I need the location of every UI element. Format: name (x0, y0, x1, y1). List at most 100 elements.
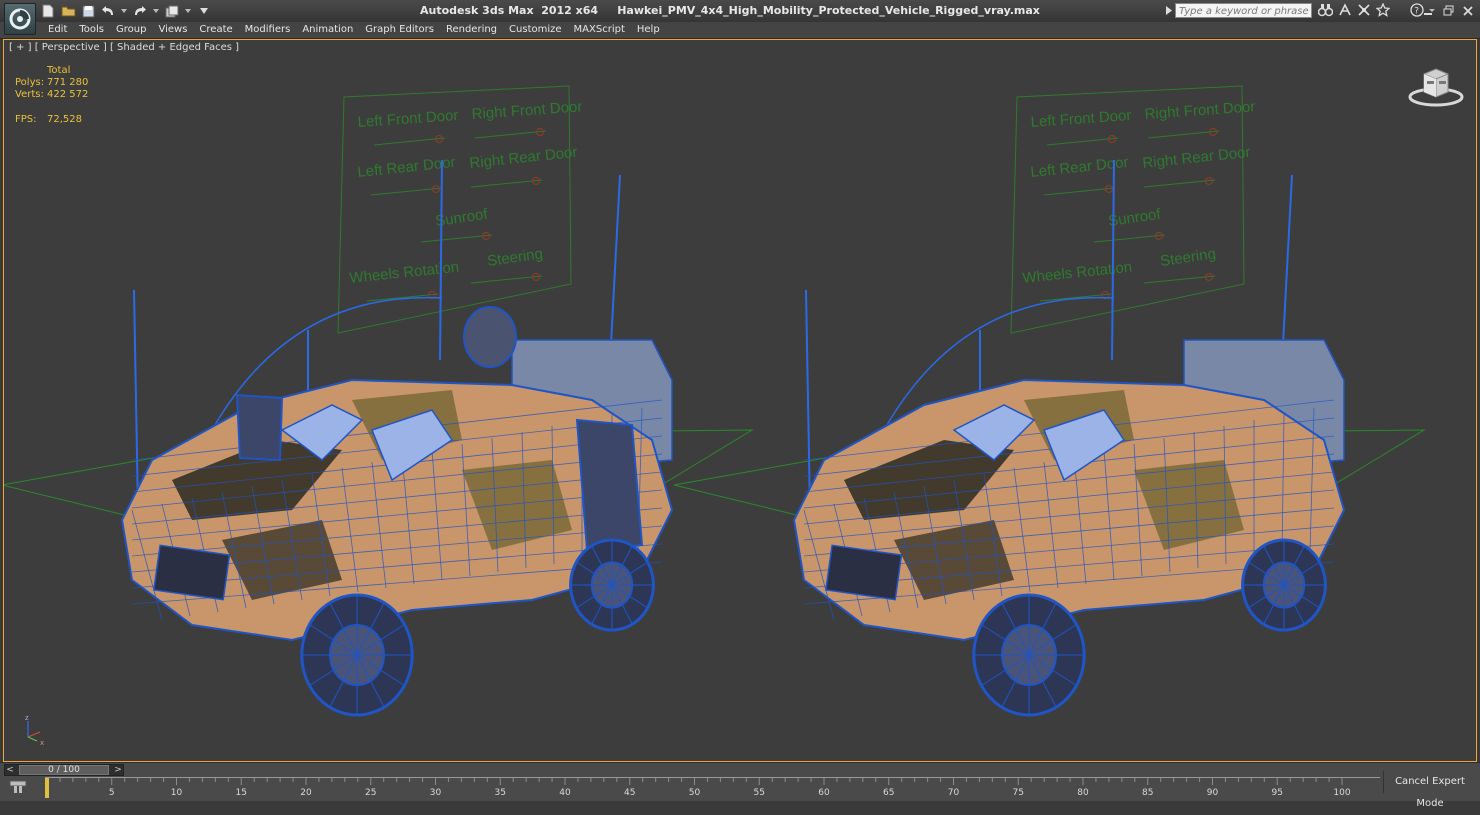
ruler-label: 50 (689, 788, 701, 798)
ruler-label: 15 (236, 788, 247, 798)
time-prev-icon[interactable]: < (5, 765, 15, 775)
search-expand-icon[interactable] (1166, 6, 1172, 15)
key-filters-icon[interactable] (8, 779, 28, 795)
rig-slider-track (1046, 137, 1119, 146)
rig-label[interactable]: Right Rear Door (1142, 144, 1252, 172)
menu-group[interactable]: Group (110, 23, 152, 37)
menu-create[interactable]: Create (193, 23, 238, 37)
ruler-label: 25 (365, 788, 376, 798)
stats-total-label: Total (47, 65, 71, 76)
favorites-star-icon[interactable] (1375, 2, 1391, 20)
communication-center-icon[interactable] (1357, 3, 1371, 20)
menu-tools[interactable]: Tools (73, 23, 110, 37)
viewcube-icon[interactable] (1407, 66, 1465, 108)
menu-maxscript[interactable]: MAXScript (568, 23, 631, 37)
rig-label[interactable]: Left Front Door (357, 107, 459, 131)
rig-slider-track (470, 179, 543, 188)
svg-text:x: x (40, 739, 44, 747)
timeline-ruler[interactable]: 5 10 15 20 25 30 35 40 45 50 55 60 65 70 75 80 85 90 95 100 (45, 777, 1380, 799)
menu-views[interactable]: Views (152, 23, 193, 37)
title-bar: Autodesk 3ds Max 2012 x64 Hawkei_PMV_4x4… (0, 0, 1480, 23)
menu-rendering[interactable]: Rendering (440, 23, 503, 37)
rig-panel[interactable]: Left Front Door Right Front DoorLeft Rear… (337, 85, 583, 334)
save-icon[interactable] (80, 3, 96, 19)
ruler-label: 45 (624, 788, 635, 798)
open-folder-icon[interactable] (60, 3, 76, 19)
close-button[interactable] (1460, 3, 1476, 18)
svg-text:?: ? (1414, 7, 1419, 17)
app-menu-button[interactable] (4, 3, 36, 35)
ruler-label: 95 (1272, 788, 1283, 798)
open-door (235, 393, 284, 462)
ruler-label: 5 (109, 788, 115, 798)
menu-animation[interactable]: Animation (296, 23, 359, 37)
restore-button[interactable] (1440, 3, 1456, 18)
rig-label[interactable]: Right Rear Door (469, 144, 579, 172)
project-folder-icon[interactable] (164, 3, 180, 19)
menu-bar: Edit Tools Group Views Create Modifiers Animat… (0, 22, 1480, 39)
rig-slider-track (470, 275, 543, 284)
ruler-label: 30 (430, 788, 442, 798)
cancel-expert-mode-button[interactable]: Cancel Expert Mode (1383, 771, 1476, 809)
binoculars-icon[interactable] (1317, 3, 1334, 20)
ruler-label: 100 (1333, 788, 1350, 798)
antenna (133, 289, 139, 511)
menu-graph-editors[interactable]: Graph Editors (359, 23, 440, 37)
rig-label[interactable]: Sunroof (1107, 206, 1162, 230)
redo-dropdown-icon[interactable] (152, 3, 160, 19)
rig-label[interactable]: Steering (1159, 245, 1217, 270)
rig-slider-track (1147, 130, 1220, 139)
time-next-icon[interactable]: > (113, 765, 123, 775)
ruler-label: 55 (754, 788, 765, 798)
rig-label[interactable]: Steering (486, 245, 544, 270)
rig-label[interactable]: Right Front Door (1144, 98, 1256, 123)
undo-dropdown-icon[interactable] (120, 3, 128, 19)
front-grille (825, 544, 903, 601)
polys-label: Polys: (15, 77, 45, 88)
perspective-viewport[interactable]: Left Front Door Right Front Door Left Rear… (3, 39, 1477, 762)
ruler-label: 35 (495, 788, 506, 798)
polys-value: 771 280 (47, 77, 89, 88)
undo-icon[interactable] (100, 3, 116, 19)
rig-label[interactable]: Wheels Rotation (1022, 259, 1133, 287)
rig-slider-track (373, 137, 446, 146)
hawkei-vehicle-model[interactable] (4, 159, 754, 717)
rig-label[interactable]: Right Front Door (471, 98, 583, 123)
rig-label[interactable]: Wheels Rotation (349, 259, 460, 287)
rig-label[interactable]: Left Front Door (1030, 107, 1132, 131)
fps-label: FPS: (15, 114, 37, 125)
menu-edit[interactable]: Edit (42, 23, 73, 37)
3dsmax-logo-icon (9, 8, 31, 30)
hawkei-vehicle-model[interactable] (673, 159, 1426, 717)
rig-slider-track (1143, 179, 1216, 188)
rig-slider-track (1043, 187, 1116, 196)
ruler-label: 20 (300, 788, 312, 798)
verts-label: Verts: (15, 89, 44, 100)
menu-help[interactable]: Help (631, 23, 666, 37)
subscription-center-icon[interactable] (1338, 3, 1352, 20)
viewport-label[interactable]: [ + ] [ Perspective ] [ Shaded + Edged F… (9, 42, 239, 53)
open-sunroof (463, 306, 517, 368)
new-file-icon[interactable] (40, 3, 56, 19)
time-slider[interactable]: < 0 / 100 > (4, 764, 124, 776)
menu-modifiers[interactable]: Modifiers (239, 23, 297, 37)
verts-value: 422 572 (47, 89, 89, 100)
minimize-button[interactable] (1420, 3, 1436, 18)
rig-slider-track (1143, 275, 1216, 284)
time-slider-thumb[interactable]: 0 / 100 (19, 765, 109, 775)
axis-tripod-icon: z x (25, 715, 44, 747)
ruler-label: 75 (1013, 788, 1024, 798)
front-grille (153, 544, 231, 601)
redo-icon[interactable] (132, 3, 148, 19)
time-cursor[interactable] (45, 778, 49, 798)
search-input[interactable]: Type a keyword or phrase (1175, 3, 1312, 18)
project-dropdown-icon[interactable] (184, 3, 192, 19)
rig-panel[interactable]: Left Front Door Right Front DoorLeft Rear… (1010, 85, 1256, 334)
menu-customize[interactable]: Customize (503, 23, 568, 37)
fps-value: 72,528 (47, 114, 82, 125)
customize-toolbar-icon[interactable] (196, 3, 212, 19)
rig-slider-track (474, 130, 547, 139)
quick-access-toolbar (40, 3, 212, 19)
scene-render[interactable]: Left Front Door Right Front DoorLeft Rear… (4, 40, 1477, 762)
rig-slider-track (1093, 234, 1166, 243)
